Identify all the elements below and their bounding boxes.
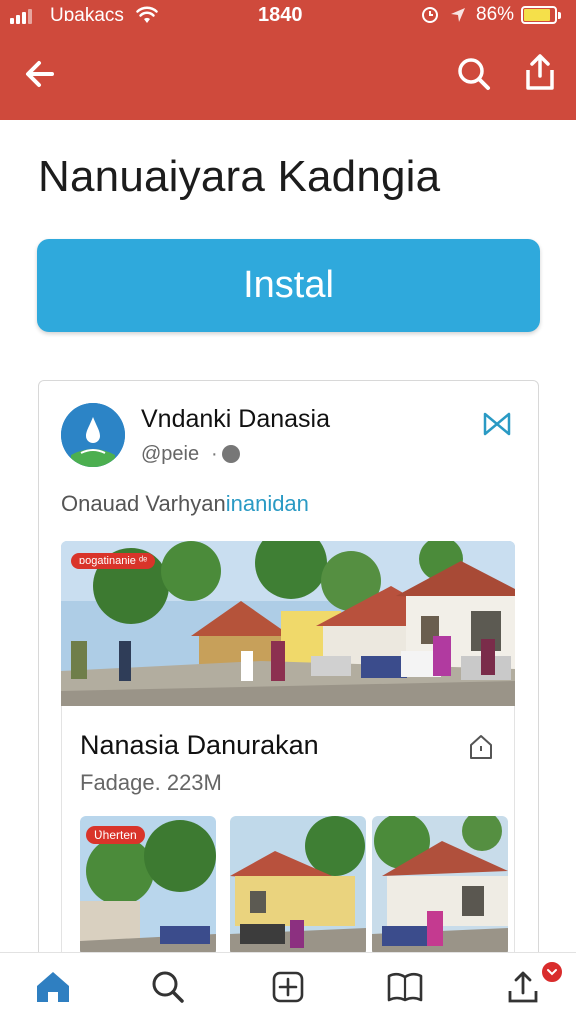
hero-tag: ɒogatinanie ᵈᵉ xyxy=(71,553,156,569)
battery-percent: 86% xyxy=(476,4,515,25)
author-handle: @peie xyxy=(141,443,200,465)
post-text: Onauad Varhyaninanidan xyxy=(61,491,309,517)
install-button[interactable]: Instal xyxy=(37,239,540,332)
bottom-nav xyxy=(0,952,576,1024)
app-title: Nanuaiyara Kadngia xyxy=(38,152,441,201)
thumbnail-3[interactable] xyxy=(372,816,508,956)
avatar[interactable] xyxy=(61,403,125,467)
wifi-icon xyxy=(136,6,158,23)
alarm-icon xyxy=(422,7,438,23)
thumbnail-2[interactable] xyxy=(230,816,366,956)
status-time: 1840 xyxy=(258,4,303,26)
location-icon xyxy=(451,8,465,22)
hero-image[interactable]: ɒogatinanie ᵈᵉ xyxy=(61,541,515,706)
notification-badge xyxy=(540,960,564,984)
search-button[interactable] xyxy=(454,54,494,94)
post-text-link[interactable]: inanidan xyxy=(226,491,309,516)
thumbnail-1[interactable]: Ʋherten xyxy=(80,816,216,956)
thumbnail-tag: Ʋherten xyxy=(86,826,145,844)
nav-upload-icon[interactable] xyxy=(503,967,543,1007)
bookmark-button[interactable] xyxy=(482,409,512,439)
author-name[interactable]: Vndanki Danasia xyxy=(141,405,330,434)
share-button[interactable] xyxy=(520,52,560,94)
status-bar: Uɒakacs 1840 86% xyxy=(0,0,576,32)
nav-add-icon[interactable] xyxy=(268,967,308,1007)
app-header: Uɒakacs 1840 86% xyxy=(0,0,576,120)
post-text-plain: Onauad Varhyan xyxy=(61,491,226,516)
nav-library-icon[interactable] xyxy=(385,967,425,1007)
linked-app-subtitle: Fadage. 223M xyxy=(80,770,222,795)
battery-icon xyxy=(521,6,561,24)
verified-icon xyxy=(222,445,240,463)
drop-logo-icon xyxy=(61,403,125,467)
nav-search-icon[interactable] xyxy=(148,967,188,1007)
linked-app-title: Nanasia Danurakan xyxy=(80,730,319,760)
signal-icon xyxy=(10,9,32,24)
post-card: Vndanki Danasia @peie · Onauad Varhyanin… xyxy=(38,380,539,1000)
nav-home-icon[interactable] xyxy=(33,967,73,1007)
home-outline-icon[interactable] xyxy=(466,732,496,762)
back-button[interactable] xyxy=(20,54,60,94)
carrier-name: Uɒakacs xyxy=(50,5,124,26)
thumbnail-row: Ʋherten xyxy=(80,816,508,956)
chevron-down-icon xyxy=(547,969,557,976)
separator-dot: · xyxy=(211,443,218,465)
